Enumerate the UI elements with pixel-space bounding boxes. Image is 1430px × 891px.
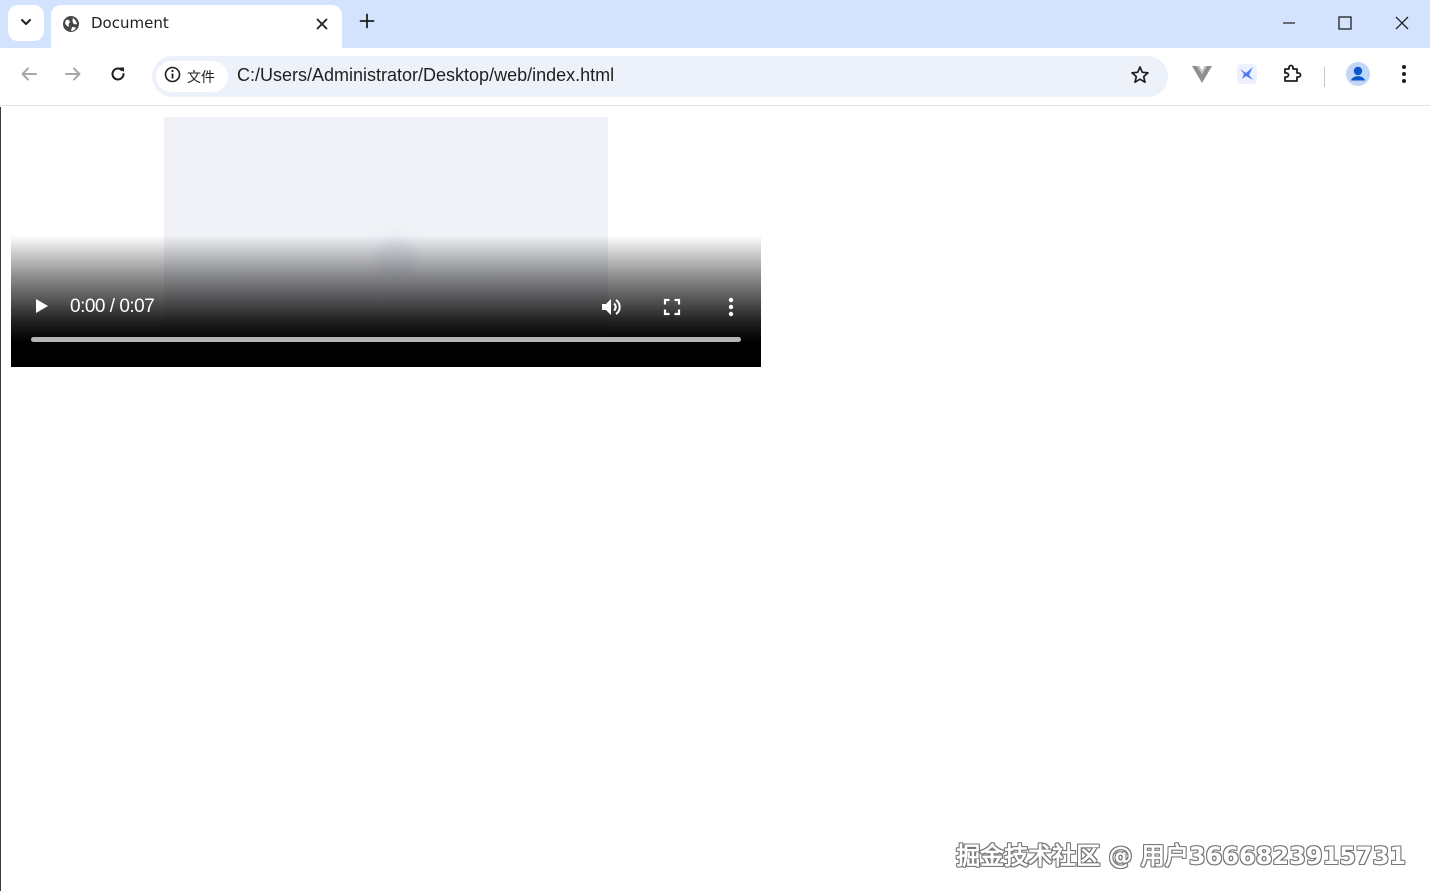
chevron-down-icon: [19, 14, 33, 33]
avatar-icon: [1345, 61, 1371, 91]
play-button[interactable]: [29, 295, 55, 321]
back-button[interactable]: [12, 59, 46, 93]
video-controls-overlay: [11, 117, 761, 367]
time-separator: /: [104, 296, 120, 317]
site-chip-label: 文件: [187, 69, 215, 86]
watermark: 掘金技术社区 @ 用户3666823915731: [956, 842, 1406, 870]
site-info-chip[interactable]: 文件: [156, 61, 228, 92]
minimize-button[interactable]: [1266, 6, 1312, 42]
globe-icon: [62, 15, 80, 33]
reload-icon: [109, 65, 127, 87]
tab-strip: Document: [0, 0, 1430, 48]
forward-button[interactable]: [56, 59, 90, 93]
window-close-button[interactable]: [1379, 6, 1425, 42]
tab-title: Document: [91, 14, 169, 32]
browser-menu-button[interactable]: [1389, 61, 1419, 91]
close-icon[interactable]: [311, 13, 333, 35]
volume-icon: [600, 296, 624, 322]
volume-button[interactable]: [598, 295, 626, 323]
minimize-icon: [1282, 15, 1296, 34]
duration: 0:07: [119, 296, 155, 317]
maximize-icon: [1338, 15, 1352, 34]
video-more-button[interactable]: [719, 295, 743, 323]
fullscreen-button[interactable]: [658, 295, 686, 323]
current-time: 0:00: [70, 296, 105, 317]
more-icon: [728, 297, 734, 321]
bird-extension-icon: [1236, 63, 1258, 89]
url-text[interactable]: C:/Users/Administrator/Desktop/web/index…: [237, 65, 614, 86]
toolbar-separator: [1324, 67, 1325, 87]
video-player[interactable]: 0:00 / 0:07: [11, 117, 761, 367]
puzzle-icon: [1281, 63, 1303, 89]
plus-icon: [359, 13, 375, 33]
arrow-left-icon: [20, 65, 38, 87]
close-icon: [1395, 15, 1409, 34]
video-time: 0:00 / 0:07: [70, 296, 155, 318]
extensions-button[interactable]: [1277, 61, 1307, 91]
video-progress-bar[interactable]: [31, 337, 741, 342]
tab-document[interactable]: Document: [51, 5, 342, 48]
vue-devtools-icon: [1191, 64, 1213, 88]
address-bar[interactable]: 文件 C:/Users/Administrator/Desktop/web/in…: [152, 56, 1168, 97]
fullscreen-icon: [663, 298, 681, 320]
arrow-right-icon: [64, 65, 82, 87]
star-icon: [1130, 65, 1150, 89]
info-icon: [164, 66, 181, 87]
profile-button[interactable]: [1343, 61, 1373, 91]
maximize-button[interactable]: [1322, 6, 1368, 42]
reload-button[interactable]: [101, 59, 135, 93]
new-tab-button[interactable]: [352, 8, 382, 38]
page-left-border: [0, 107, 1, 891]
bookmark-button[interactable]: [1127, 64, 1153, 90]
kebab-menu-icon: [1401, 64, 1407, 88]
browser-toolbar: 文件 C:/Users/Administrator/Desktop/web/in…: [0, 48, 1430, 106]
tab-search-button[interactable]: [8, 5, 44, 41]
bird-extension-button[interactable]: [1232, 61, 1262, 91]
play-icon: [35, 298, 49, 318]
vue-devtools-button[interactable]: [1187, 61, 1217, 91]
